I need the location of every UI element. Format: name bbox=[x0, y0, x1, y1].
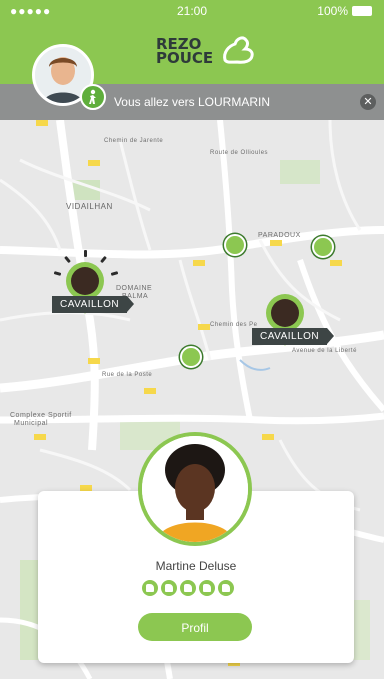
thumb-logo-icon bbox=[223, 36, 254, 64]
map-label-avenue: Avenue de la Liberté bbox=[292, 348, 357, 354]
rezo-pouce-logo: REZO POUCE bbox=[156, 34, 257, 68]
profile-button[interactable]: Profil bbox=[138, 613, 252, 641]
driver-destination-label: CAVAILLON bbox=[52, 296, 135, 313]
driver-avatar bbox=[271, 299, 299, 327]
thumb-rating-icon bbox=[161, 580, 177, 596]
status-bar: ●●●●● 21:00 100% bbox=[0, 0, 384, 20]
map-label-municipal: Municipal bbox=[14, 420, 49, 427]
hitchhike-spot-icon[interactable] bbox=[224, 234, 246, 256]
map-label-rue: Rue de la Poste bbox=[102, 372, 153, 378]
close-icon[interactable]: ✕ bbox=[360, 94, 376, 110]
driver-portrait-icon bbox=[142, 436, 248, 542]
map-label-route: Route de Ollioules bbox=[210, 150, 269, 156]
thumb-rating-icon bbox=[218, 580, 234, 596]
map-label-chemin: Chemin des Pe bbox=[210, 322, 258, 328]
hitchhike-spot-icon[interactable] bbox=[312, 236, 334, 258]
map-label-domaine: DOMAINE bbox=[116, 285, 153, 292]
hitchhike-spot-icon[interactable] bbox=[180, 346, 202, 368]
pulse-tick bbox=[84, 250, 87, 257]
pedestrian-icon bbox=[80, 84, 106, 110]
thumb-rating-icon bbox=[142, 580, 158, 596]
map-label-chemin-2: Chemin de Jarente bbox=[104, 138, 164, 144]
driver-avatar bbox=[71, 267, 99, 295]
map-label-complexe: Complexe Sportif bbox=[10, 412, 72, 419]
thumb-rating-icon bbox=[180, 580, 196, 596]
driver-rating bbox=[142, 580, 234, 596]
battery-indicator: 100% bbox=[317, 4, 372, 18]
logo-line-2: POUCE bbox=[156, 49, 214, 67]
thumb-rating-icon bbox=[199, 580, 215, 596]
driver-destination-label: CAVAILLON bbox=[252, 328, 335, 345]
battery-level: 100% bbox=[317, 4, 348, 18]
map-label-paradoux: PARADOUX bbox=[258, 232, 301, 239]
driver-card-avatar[interactable] bbox=[138, 432, 252, 546]
app-screen: ●●●●● 21:00 100% REZO POUCE Vous allez v… bbox=[0, 0, 384, 679]
driver-name: Martine Deluse bbox=[155, 559, 237, 573]
map-label-vidailhan: VIDAILHAN bbox=[66, 202, 113, 211]
battery-icon bbox=[352, 6, 372, 16]
